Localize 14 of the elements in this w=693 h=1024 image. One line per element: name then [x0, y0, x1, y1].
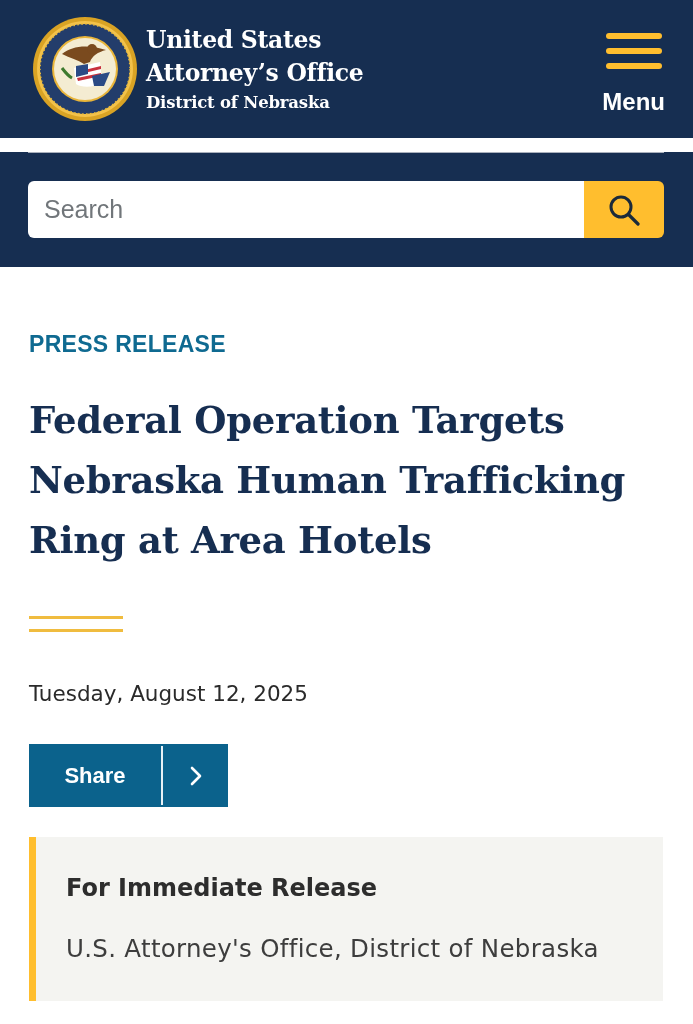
search-icon	[608, 193, 640, 226]
menu-icon	[605, 33, 662, 69]
search-button[interactable]	[584, 181, 664, 238]
menu-button[interactable]: Menu	[602, 33, 665, 115]
release-source: U.S. Attorney's Office, District of Nebraska	[66, 934, 600, 964]
publish-date: Tuesday, August 12, 2025	[29, 681, 308, 707]
share-button[interactable]: Share	[29, 744, 228, 807]
category-label: PRESS RELEASE	[29, 331, 226, 357]
site-title: United States Attorney’s Office	[146, 24, 365, 89]
search-field[interactable]: Search	[28, 181, 584, 238]
release-heading: For Immediate Release	[66, 873, 379, 903]
site-subtitle: District of Nebraska	[146, 91, 331, 114]
chevron-right-icon	[189, 765, 202, 786]
headline: Federal Operation Targets Nebraska Human Trafficking Ring at Area Hotels	[29, 397, 627, 564]
